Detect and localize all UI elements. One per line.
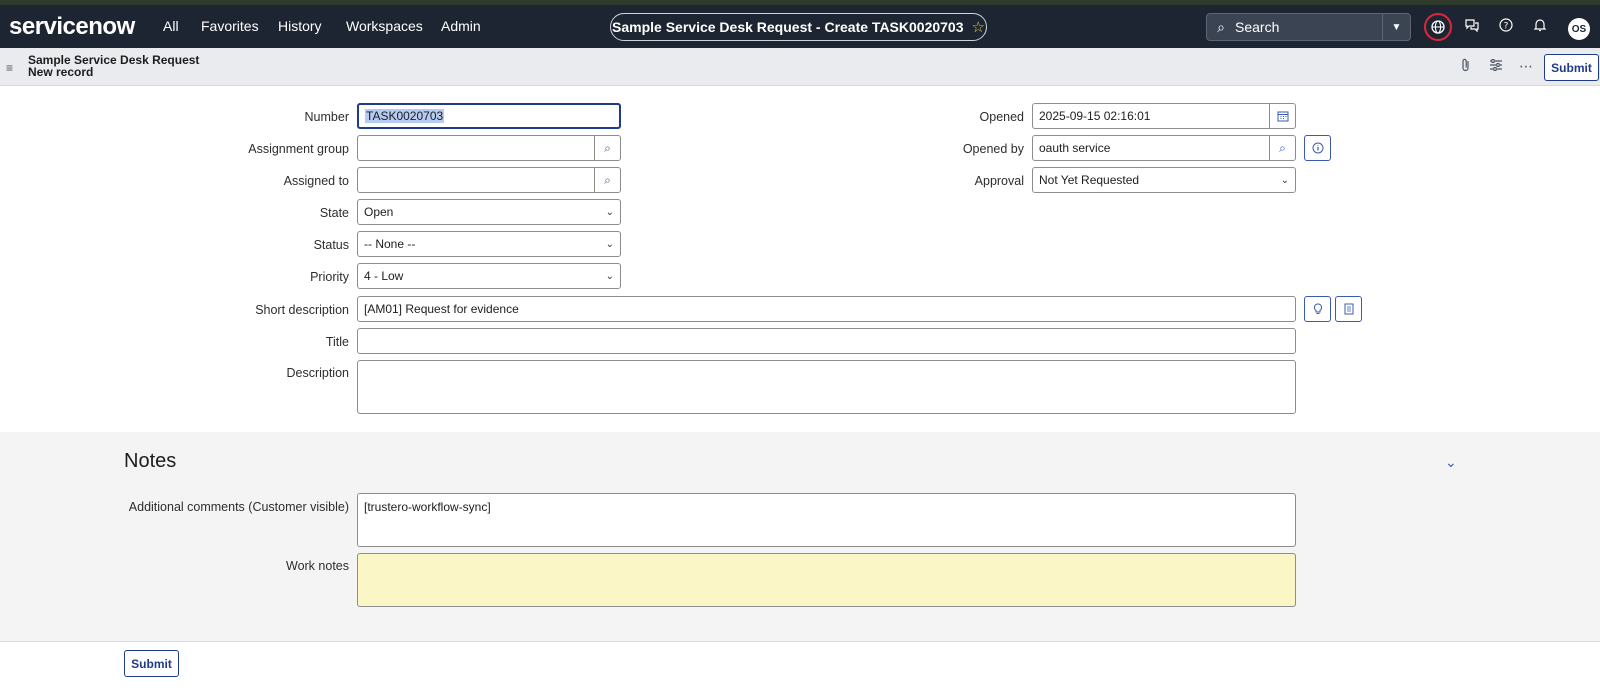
calendar-icon[interactable] [1269, 103, 1296, 129]
submit-button-bottom[interactable]: Submit [124, 650, 179, 677]
record-title: Sample Service Desk Request New record [28, 54, 199, 78]
lightbulb-icon[interactable] [1304, 296, 1331, 322]
form-header: ≡ Sample Service Desk Request New record… [0, 48, 1600, 86]
top-navbar: servicenow All Favorites History Workspa… [0, 5, 1600, 48]
nav-admin[interactable]: Admin [441, 18, 481, 34]
opened-by-field[interactable]: oauth service [1032, 135, 1270, 161]
work-notes-label: Work notes [286, 559, 349, 573]
opened-by-lookup-icon[interactable]: ⌕ [1269, 135, 1296, 161]
state-select[interactable]: Open ⌄ [357, 199, 621, 225]
title-label: Title [325, 335, 349, 349]
approval-label: Approval [974, 174, 1024, 188]
assigned-to-lookup-icon[interactable]: ⌕ [594, 167, 621, 193]
submit-button-top[interactable]: Submit [1544, 54, 1599, 81]
globe-icon[interactable] [1424, 13, 1452, 41]
work-notes-field[interactable] [357, 553, 1296, 607]
status-select[interactable]: -- None -- ⌄ [357, 231, 621, 257]
priority-select[interactable]: 4 - Low ⌄ [357, 263, 621, 289]
more-icon[interactable]: ⋯ [1517, 58, 1535, 75]
servicenow-logo[interactable]: servicenow [9, 13, 135, 41]
priority-value: 4 - Low [364, 269, 404, 283]
svg-text:?: ? [1504, 22, 1509, 32]
opened-by-label: Opened by [962, 142, 1024, 156]
global-search[interactable]: ⌕ Search ▼ [1206, 13, 1411, 41]
record-context-title: Sample Service Desk Request - Create TAS… [612, 19, 964, 35]
settings-sliders-icon[interactable] [1487, 58, 1505, 75]
assigned-to-label: Assigned to [283, 174, 349, 188]
chevron-down-icon: ⌄ [605, 238, 614, 250]
user-avatar[interactable]: OS [1568, 18, 1590, 40]
title-field[interactable] [357, 328, 1296, 354]
hamburger-icon[interactable]: ≡ [6, 61, 13, 75]
template-book-icon[interactable] [1335, 296, 1362, 322]
bell-icon[interactable] [1530, 17, 1550, 37]
star-icon[interactable]: ☆ [972, 18, 985, 36]
help-icon[interactable]: ? [1496, 17, 1516, 37]
number-value: TASK0020703 [365, 109, 445, 123]
description-field[interactable] [357, 360, 1296, 414]
chevron-down-icon: ⌄ [605, 206, 614, 218]
additional-comments-label: Additional comments (Customer visible) [128, 500, 349, 514]
chat-icon[interactable] [1462, 17, 1482, 37]
description-label: Description [286, 366, 349, 380]
nav-favorites[interactable]: Favorites [201, 18, 259, 34]
chevron-down-icon: ⌄ [605, 270, 614, 282]
assigned-to-field[interactable] [357, 167, 595, 193]
form-body: Number TASK0020703 Assignment group ⌕ As… [0, 86, 1600, 432]
priority-label: Priority [310, 270, 349, 284]
assignment-group-lookup-icon[interactable]: ⌕ [594, 135, 621, 161]
approval-select[interactable]: Not Yet Requested ⌄ [1032, 167, 1296, 193]
assignment-group-label: Assignment group [248, 142, 349, 156]
assignment-group-field[interactable] [357, 135, 595, 161]
status-label: Status [313, 238, 349, 252]
record-context-pill[interactable]: Sample Service Desk Request - Create TAS… [610, 13, 987, 41]
short-description-field[interactable]: [AM01] Request for evidence [357, 296, 1296, 322]
search-icon: ⌕ [1217, 18, 1225, 35]
info-icon[interactable] [1304, 135, 1331, 161]
number-label: Number [304, 110, 349, 124]
status-value: -- None -- [364, 237, 416, 251]
paperclip-icon[interactable] [1457, 58, 1475, 75]
search-placeholder[interactable]: Search [1235, 19, 1382, 35]
additional-comments-field[interactable]: [trustero-workflow-sync] [357, 493, 1296, 547]
record-title-sub: New record [28, 65, 94, 79]
notes-section: Notes ⌄ Additional comments (Customer vi… [0, 432, 1600, 642]
state-label: State [319, 206, 349, 220]
nav-workspaces[interactable]: Workspaces [346, 18, 423, 34]
short-description-label: Short description [255, 303, 349, 317]
number-field[interactable]: TASK0020703 [357, 103, 621, 129]
chevron-down-icon[interactable]: ⌄ [1445, 454, 1457, 471]
notes-section-title: Notes [124, 450, 177, 472]
nav-history[interactable]: History [278, 18, 322, 34]
approval-value: Not Yet Requested [1039, 173, 1140, 187]
state-value: Open [364, 205, 394, 219]
opened-label: Opened [979, 110, 1024, 124]
search-dropdown-icon[interactable]: ▼ [1382, 14, 1410, 40]
nav-all[interactable]: All [163, 18, 179, 34]
opened-field[interactable]: 2025-09-15 02:16:01 [1032, 103, 1270, 129]
chevron-down-icon: ⌄ [1280, 174, 1289, 186]
